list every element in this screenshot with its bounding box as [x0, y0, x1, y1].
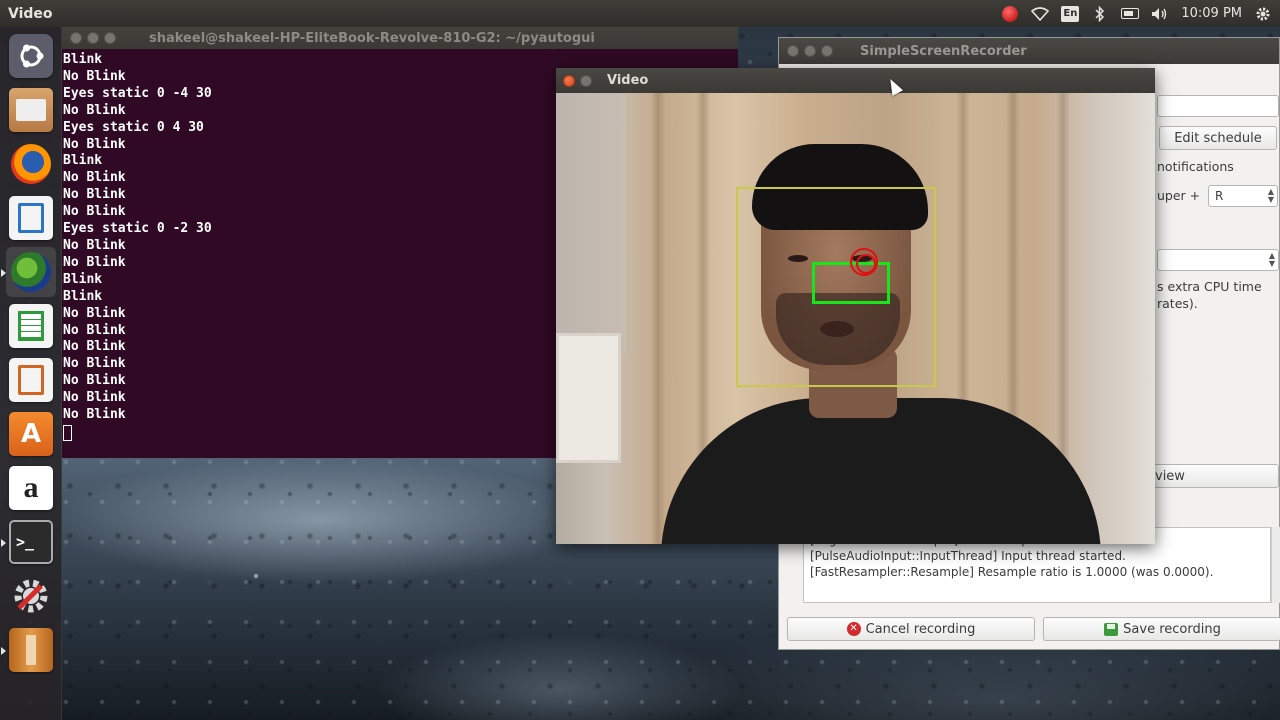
save-icon — [1104, 622, 1119, 636]
impress-launcher[interactable] — [6, 355, 56, 405]
active-app-name: Video — [8, 5, 53, 22]
files-launcher[interactable] — [6, 85, 56, 135]
notifications-checkbox-label[interactable]: notifications — [1157, 159, 1234, 174]
amazon-icon: a — [9, 466, 53, 510]
edit-schedule-button[interactable]: Edit schedule — [1159, 126, 1277, 150]
log-line: [FastResampler::Resample] Resample ratio… — [810, 565, 1214, 579]
terminal-title: shakeel@shakeel-HP-EliteBook-Revolve-810… — [149, 30, 595, 46]
settings-launcher[interactable] — [6, 571, 56, 621]
calc-launcher[interactable] — [6, 301, 56, 351]
ssr-top-field[interactable] — [1157, 95, 1279, 117]
cancel-recording-label: Cancel recording — [865, 621, 976, 637]
document-icon — [9, 196, 53, 240]
ubuntu-logo-icon — [9, 34, 53, 78]
writer-launcher[interactable] — [6, 193, 56, 243]
log-scrollbar[interactable] — [1271, 527, 1280, 603]
video-title: Video — [607, 73, 649, 88]
bluetooth-icon[interactable] — [1091, 5, 1109, 22]
archive-icon — [9, 628, 53, 672]
volume-icon[interactable] — [1151, 6, 1169, 22]
software-launcher[interactable]: A — [6, 409, 56, 459]
video-titlebar[interactable]: Video — [556, 68, 1155, 93]
terminal-icon: >_ — [9, 520, 53, 564]
clock[interactable]: 10:09 PM — [1181, 6, 1242, 21]
hotkey-key-select[interactable]: R ▲ ▼ — [1208, 185, 1278, 207]
minimize-icon[interactable] — [804, 45, 816, 57]
terminal-cursor — [63, 424, 72, 441]
ssr-title: SimpleScreenRecorder — [860, 43, 1027, 59]
system-settings-icon — [9, 574, 53, 618]
keyboard-layout-icon[interactable]: En — [1061, 5, 1080, 22]
close-icon[interactable] — [787, 45, 799, 57]
spinner-arrows-icon: ▲ ▼ — [1268, 251, 1275, 268]
system-tray: En 10:09 PM — [1001, 0, 1280, 27]
log-line: [PulseAudioInput::InputThread] Input thr… — [810, 549, 1126, 563]
spreadsheet-icon — [9, 304, 53, 348]
person-torso — [661, 398, 1101, 544]
video-window[interactable]: Video — [556, 68, 1155, 544]
wall-shelf — [556, 333, 621, 463]
wifi-icon[interactable] — [1031, 6, 1050, 22]
browser-launcher[interactable] — [1, 247, 56, 297]
eye-tracking-marker — [850, 248, 878, 276]
ssr-titlebar[interactable]: SimpleScreenRecorder — [779, 38, 1279, 64]
cpu-hint-text-2: rates). — [1157, 296, 1198, 311]
terminal-titlebar[interactable]: shakeel@shakeel-HP-EliteBook-Revolve-810… — [62, 27, 738, 49]
launcher: A a >_ — [0, 27, 62, 720]
archive-launcher[interactable] — [1, 625, 56, 675]
minimize-icon[interactable] — [87, 32, 99, 44]
cancel-icon: ✕ — [846, 622, 861, 636]
battery-icon[interactable] — [1121, 6, 1140, 22]
cancel-recording-button[interactable]: ✕ Cancel recording — [787, 617, 1035, 641]
firefox-launcher[interactable] — [6, 139, 56, 189]
terminal-launcher[interactable]: >_ — [1, 517, 56, 567]
webcam-frame — [556, 93, 1155, 544]
maximize-icon[interactable] — [821, 45, 833, 57]
room-window — [556, 93, 626, 353]
firefox-icon — [9, 142, 53, 186]
save-recording-button[interactable]: Save recording — [1043, 617, 1280, 641]
recording-indicator-icon[interactable] — [1001, 5, 1019, 22]
file-manager-icon — [9, 88, 53, 132]
top-panel: Video En 10:09 PM — [0, 0, 1280, 27]
spinner-arrows-icon: ▲ ▼ — [1267, 187, 1274, 204]
minimize-icon[interactable] — [580, 74, 592, 87]
terminal-line: Blink — [63, 52, 103, 67]
close-icon[interactable] — [70, 32, 82, 44]
ssr-option-field[interactable]: ▲ ▼ — [1157, 249, 1279, 271]
save-recording-label: Save recording — [1123, 621, 1221, 637]
settings-gear-icon[interactable] — [1254, 6, 1272, 22]
amazon-launcher[interactable]: a — [6, 463, 56, 513]
cpu-hint-text-1: s extra CPU time — [1157, 279, 1262, 294]
maximize-icon[interactable] — [104, 32, 116, 44]
ubuntu-dash-button[interactable] — [6, 31, 56, 81]
close-icon[interactable] — [563, 74, 575, 87]
hotkey-key-value: R — [1215, 189, 1224, 203]
presentation-icon — [9, 358, 53, 402]
hotkey-modifier-label: uper + — [1157, 188, 1201, 203]
software-center-icon: A — [9, 412, 53, 456]
preview-button[interactable]: view — [1155, 464, 1279, 488]
globe-icon — [9, 250, 53, 294]
